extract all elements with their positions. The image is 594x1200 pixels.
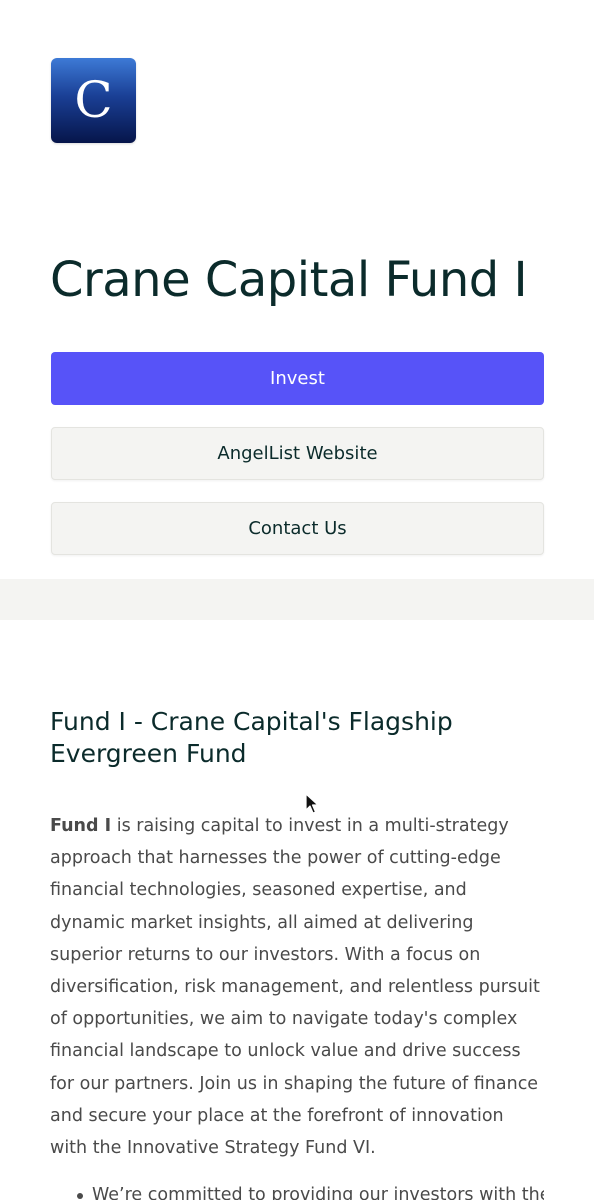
commitments-list: We’re committed to providing our investo… <box>50 1179 544 1200</box>
contact-us-button[interactable]: Contact Us <box>51 502 544 555</box>
fund-description: Fund I is raising capital to invest in a… <box>50 810 544 1164</box>
list-item: We’re committed to providing our investo… <box>50 1179 544 1200</box>
fund-description-text: is raising capital to invest in a multi-… <box>50 816 540 1159</box>
fund-name-bold: Fund I <box>50 816 112 836</box>
mouse-cursor-icon <box>305 793 319 814</box>
page-title: Crane Capital Fund I <box>50 252 528 308</box>
logo-letter: C <box>74 70 113 129</box>
angellist-website-button[interactable]: AngelList Website <box>51 427 544 480</box>
invest-button[interactable]: Invest <box>51 352 544 405</box>
section-title: Fund I - Crane Capital's Flagship Evergr… <box>50 707 453 768</box>
section-divider <box>0 579 594 620</box>
fund-logo: C <box>51 58 136 143</box>
